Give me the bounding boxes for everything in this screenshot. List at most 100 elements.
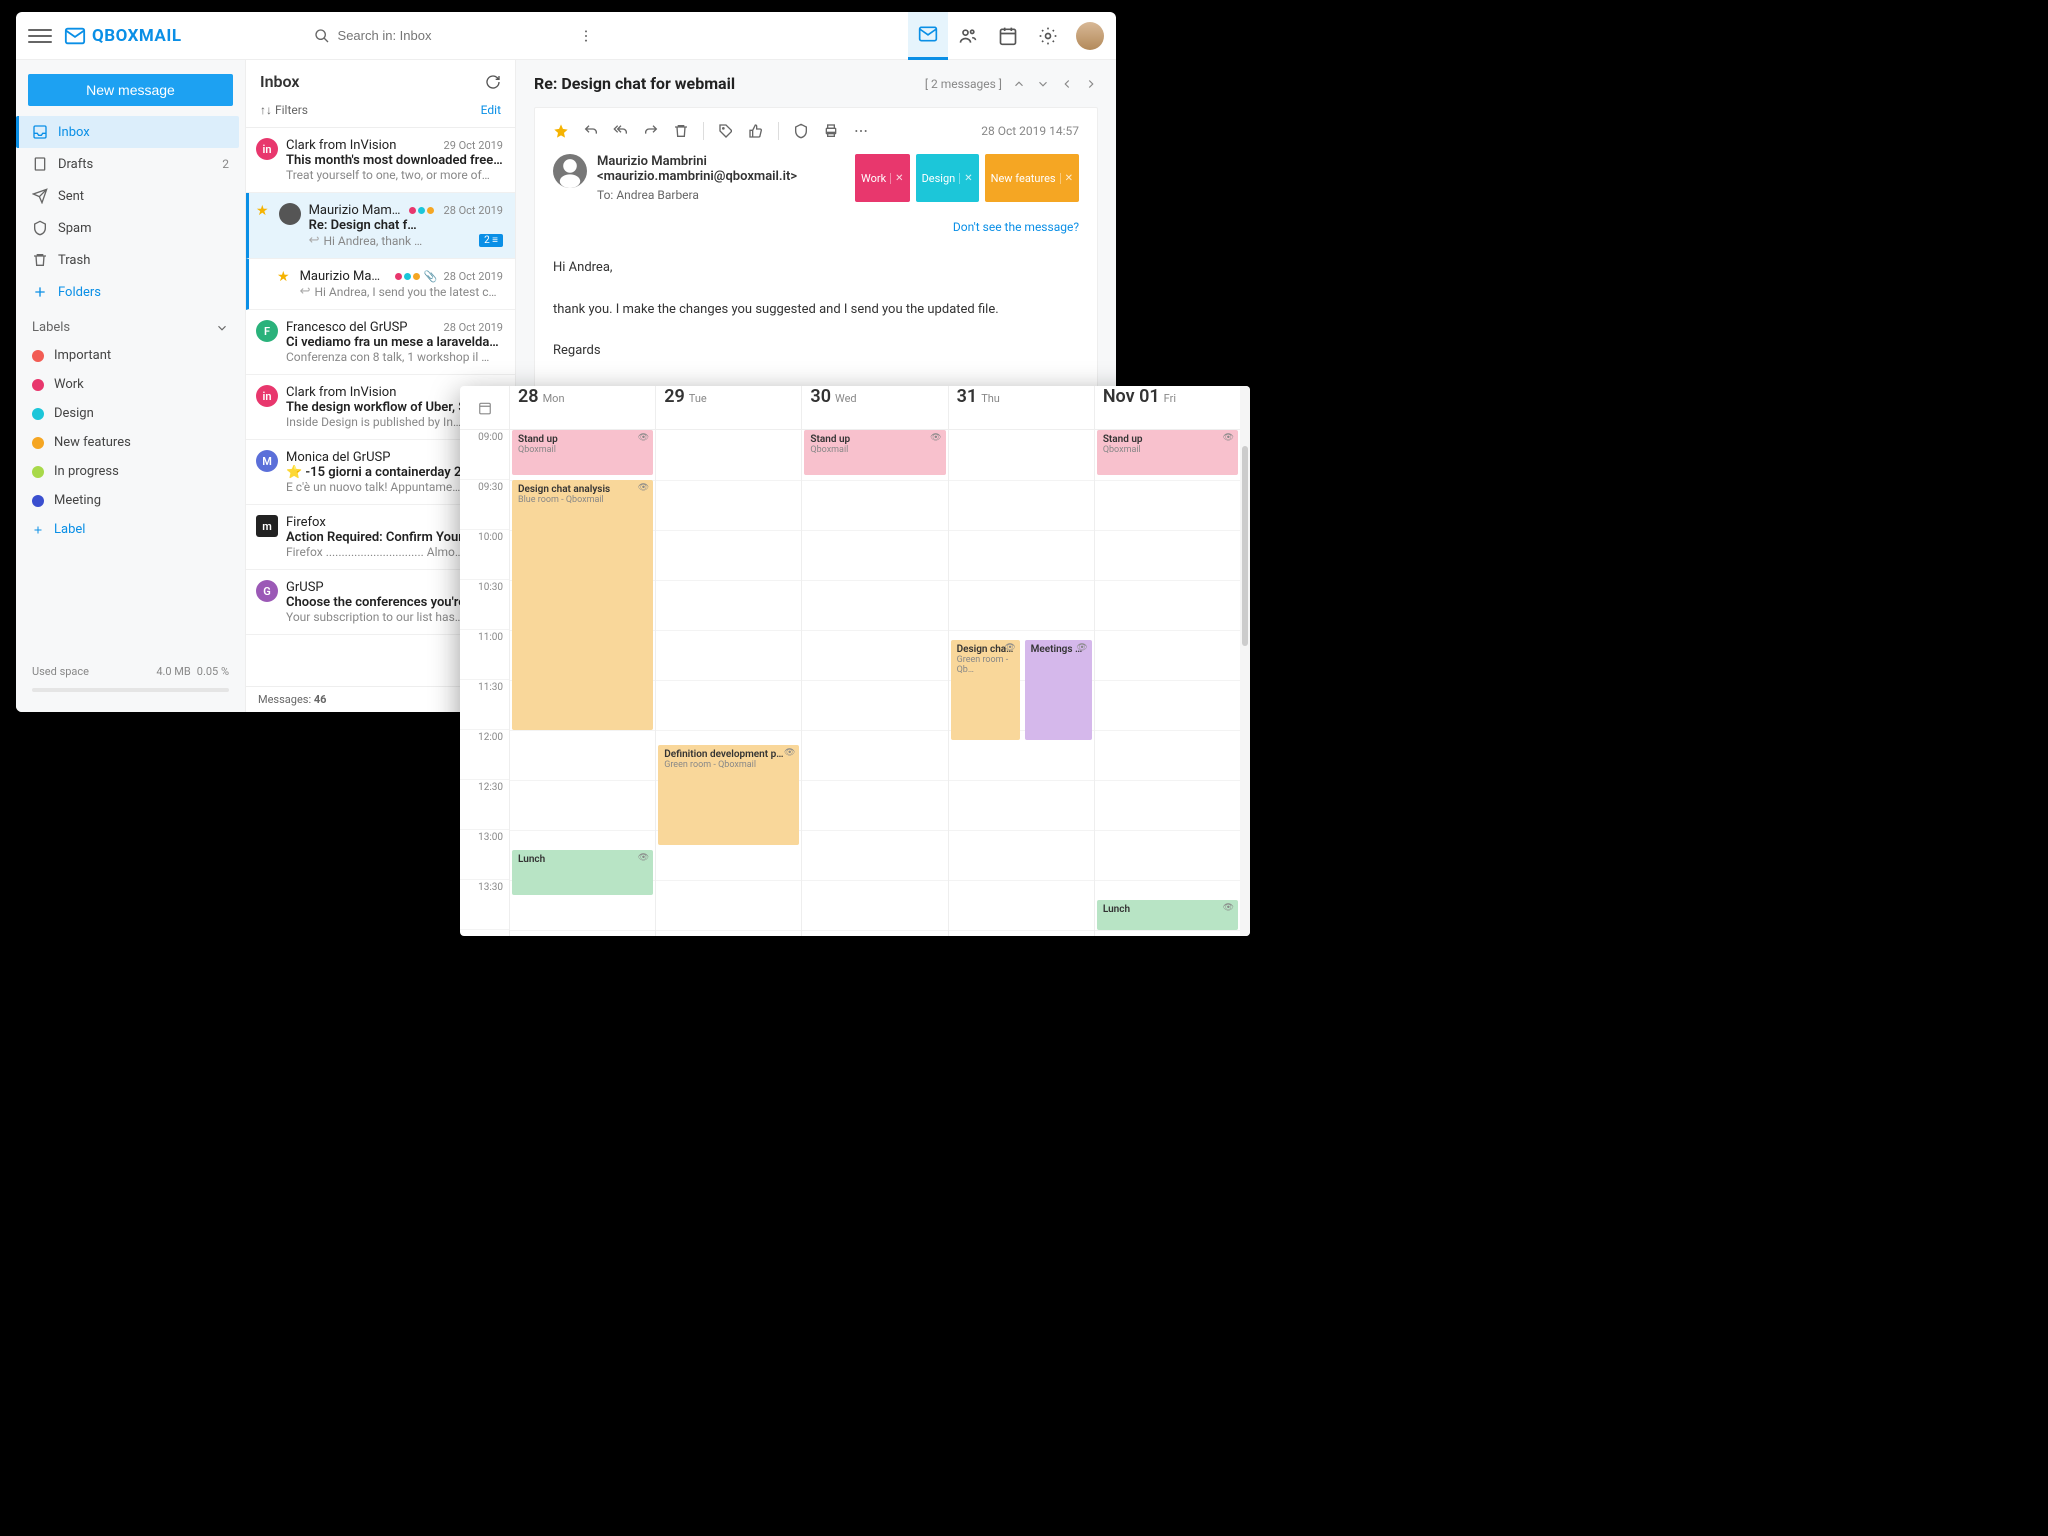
prev-msg-icon[interactable] bbox=[1060, 77, 1074, 91]
day-header[interactable]: 31Thu bbox=[949, 386, 1094, 430]
time-slot: 13:00 bbox=[460, 830, 509, 880]
delete-icon[interactable] bbox=[673, 123, 689, 139]
reader-toolbar: 28 Oct 2019 14:57 bbox=[553, 122, 1079, 154]
search-box[interactable] bbox=[314, 28, 594, 44]
calendar-icon[interactable] bbox=[478, 401, 492, 415]
view-raw-link[interactable]: Don't see the message? bbox=[553, 220, 1079, 234]
sender-avatar: m bbox=[256, 515, 278, 537]
day-header[interactable]: 28Mon bbox=[510, 386, 655, 430]
reply-icon[interactable] bbox=[583, 123, 599, 139]
message-tag[interactable]: Work✕ bbox=[855, 154, 910, 202]
time-slot: 09:00 bbox=[460, 430, 509, 480]
topbar: QBOXMAIL bbox=[16, 12, 1116, 60]
time-slot: 09:30 bbox=[460, 480, 509, 530]
calendar-day: Nov 01FriStand upQboxmail👁 Lunch👁 bbox=[1095, 386, 1240, 936]
sender-avatar: in bbox=[256, 138, 278, 160]
refresh-icon[interactable] bbox=[485, 74, 501, 90]
forward-icon[interactable] bbox=[643, 123, 659, 139]
reader-subject: Re: Design chat for webmail bbox=[534, 74, 735, 93]
sender-avatar bbox=[553, 154, 587, 188]
sort-icon[interactable]: ↑↓ bbox=[260, 103, 272, 117]
message-tag[interactable]: New features✕ bbox=[985, 154, 1079, 202]
remove-tag-icon[interactable]: ✕ bbox=[890, 173, 903, 184]
label-item[interactable]: New features bbox=[22, 428, 239, 457]
reply-indicator-icon: ↩ bbox=[300, 284, 311, 299]
settings-tab[interactable] bbox=[1028, 12, 1068, 60]
folder-sent[interactable]: Sent bbox=[22, 180, 239, 212]
contacts-tab[interactable] bbox=[948, 12, 988, 60]
folders-button[interactable]: Folders bbox=[22, 276, 239, 308]
visibility-icon: 👁 bbox=[1223, 433, 1234, 443]
remove-tag-icon[interactable]: ✕ bbox=[1060, 173, 1073, 184]
more-icon[interactable] bbox=[853, 123, 869, 139]
calendar-event[interactable]: Lunch👁 bbox=[512, 850, 653, 895]
sender-name: Maurizio Mambrini <maurizio.mambrini@qbo… bbox=[597, 154, 845, 184]
message-item[interactable]: ★Maurizio Mambrini28 Oct 2019Re: Design … bbox=[246, 193, 515, 259]
remove-tag-icon[interactable]: ✕ bbox=[959, 173, 972, 184]
calendar-event[interactable]: Design chat revi…Green room - Qb…👁 bbox=[951, 640, 1020, 740]
sender-avatar: F bbox=[256, 320, 278, 342]
label-item[interactable]: In progress bbox=[22, 457, 239, 486]
mail-tab[interactable] bbox=[908, 12, 948, 60]
labels-header[interactable]: Labels bbox=[22, 308, 239, 341]
folder-spam[interactable]: Spam bbox=[22, 212, 239, 244]
message-item[interactable]: ★Maurizio Mam…📎28 Oct 2019↩Hi Andrea, I … bbox=[246, 259, 515, 310]
kebab-icon[interactable] bbox=[578, 28, 594, 44]
calendar-event[interactable]: Stand upQboxmail👁 bbox=[512, 430, 653, 475]
chevron-down-icon bbox=[215, 321, 229, 335]
time-slot: 12:00 bbox=[460, 730, 509, 780]
day-header[interactable]: 30Wed bbox=[802, 386, 947, 430]
count-badge: 2 ≡ bbox=[479, 234, 503, 247]
message-item[interactable]: FFrancesco del GrUSP28 Oct 2019Ci vediam… bbox=[246, 310, 515, 375]
message-tag[interactable]: Design✕ bbox=[916, 154, 979, 202]
folder-drafts[interactable]: Drafts2 bbox=[22, 148, 239, 180]
calendar-event[interactable]: Stand upQboxmail👁 bbox=[1097, 430, 1238, 475]
thread-count: [ 2 messages ] bbox=[925, 77, 1002, 91]
calendar-event[interactable]: Definition development p…Green room - Qb… bbox=[658, 745, 799, 845]
thumbs-up-icon[interactable] bbox=[748, 123, 764, 139]
tag-icon[interactable] bbox=[718, 123, 734, 139]
label-item[interactable]: Work bbox=[22, 370, 239, 399]
star-icon[interactable] bbox=[553, 123, 569, 139]
label-color-dot bbox=[32, 408, 44, 420]
visibility-icon: 👁 bbox=[930, 433, 941, 443]
user-avatar[interactable] bbox=[1076, 22, 1104, 50]
menu-icon[interactable] bbox=[28, 24, 52, 48]
day-header[interactable]: Nov 01Fri bbox=[1095, 386, 1240, 430]
time-slot: 10:30 bbox=[460, 580, 509, 630]
label-item[interactable]: Design bbox=[22, 399, 239, 428]
label-item[interactable]: Important bbox=[22, 341, 239, 370]
next-msg-icon[interactable] bbox=[1084, 77, 1098, 91]
message-body: Hi Andrea, thank you. I make the changes… bbox=[553, 258, 1079, 362]
label-color-dot bbox=[32, 379, 44, 391]
label-color-dot bbox=[32, 495, 44, 507]
filters-button[interactable]: Filters bbox=[275, 103, 308, 117]
app-logo[interactable]: QBOXMAIL bbox=[64, 25, 182, 47]
folder-trash[interactable]: Trash bbox=[22, 244, 239, 276]
shield-icon[interactable] bbox=[793, 123, 809, 139]
list-title: Inbox bbox=[260, 72, 300, 91]
day-header[interactable]: 29Tue bbox=[656, 386, 801, 430]
time-slot: 12:30 bbox=[460, 780, 509, 830]
thread-down-icon[interactable] bbox=[1036, 77, 1050, 91]
sender-avatar bbox=[279, 203, 301, 225]
calendar-event[interactable]: Meetings …👁 bbox=[1025, 640, 1092, 740]
reply-indicator-icon: ↩ bbox=[309, 233, 320, 248]
thread-up-icon[interactable] bbox=[1012, 77, 1026, 91]
label-color-dot bbox=[32, 350, 44, 362]
reply-all-icon[interactable] bbox=[613, 123, 629, 139]
add-label-button[interactable]: Label bbox=[22, 515, 239, 544]
label-item[interactable]: Meeting bbox=[22, 486, 239, 515]
calendar-event[interactable]: Stand upQboxmail👁 bbox=[804, 430, 945, 475]
calendar-event[interactable]: Lunch👁 bbox=[1097, 900, 1238, 930]
edit-button[interactable]: Edit bbox=[481, 103, 501, 117]
folder-inbox[interactable]: Inbox bbox=[16, 116, 239, 148]
calendar-scrollbar[interactable] bbox=[1240, 386, 1250, 936]
star-icon: ★ bbox=[256, 203, 269, 248]
calendar-event[interactable]: Design chat analysisBlue room - Qboxmail… bbox=[512, 480, 653, 730]
message-item[interactable]: inClark from InVision29 Oct 2019This mon… bbox=[246, 128, 515, 193]
print-icon[interactable] bbox=[823, 123, 839, 139]
compose-button[interactable]: New message bbox=[28, 74, 233, 106]
search-input[interactable] bbox=[338, 28, 538, 43]
calendar-tab[interactable] bbox=[988, 12, 1028, 60]
